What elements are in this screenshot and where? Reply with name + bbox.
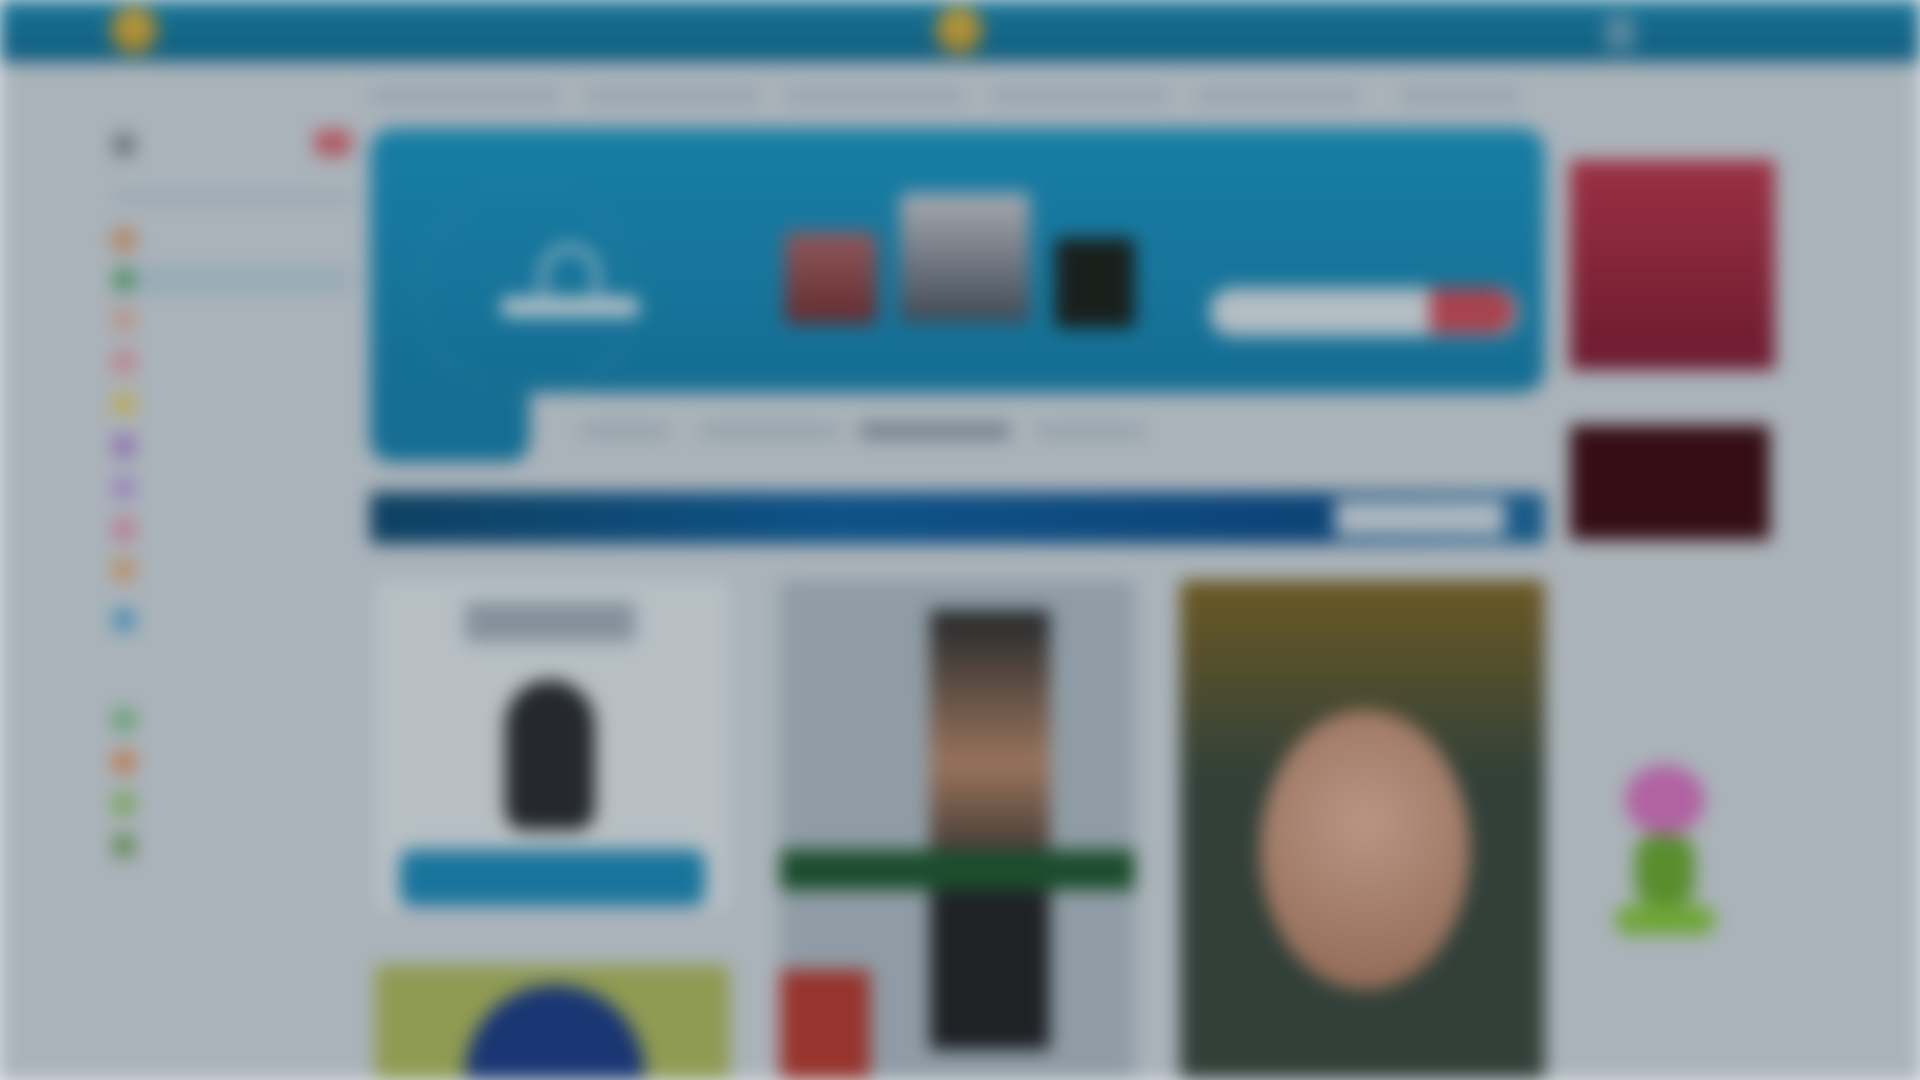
featured-user-avatar[interactable] <box>1055 238 1135 328</box>
page <box>0 0 1920 1080</box>
subnav-item[interactable] <box>785 88 965 104</box>
music-icon <box>113 393 135 415</box>
search-button[interactable] <box>1430 288 1515 334</box>
video-icon <box>113 435 135 457</box>
heart-icon <box>113 351 135 373</box>
cartoon-portrait-image <box>465 985 645 1080</box>
photo-card[interactable] <box>780 580 1135 1080</box>
subnav-item[interactable] <box>1195 88 1360 104</box>
subnav-item[interactable] <box>585 88 760 104</box>
sidebar-item[interactable] <box>113 705 353 735</box>
sidebar-item[interactable] <box>113 431 353 461</box>
tab[interactable] <box>1035 423 1145 439</box>
top-bar <box>0 0 1920 62</box>
hero-tab-extension <box>370 390 530 462</box>
sidebar-item[interactable] <box>113 789 353 819</box>
leaf-icon <box>113 793 135 815</box>
photo-card[interactable] <box>375 965 730 1080</box>
silhouette-portrait-image <box>505 680 595 830</box>
user-icon <box>113 134 135 156</box>
card-cta-button[interactable] <box>400 850 705 906</box>
sidebar-item[interactable] <box>113 389 353 419</box>
star-icon <box>113 269 135 291</box>
photo-icon <box>113 309 135 331</box>
subnav-item[interactable] <box>370 88 560 104</box>
hero-tabs <box>560 415 1540 445</box>
sidebar-item-active[interactable] <box>113 265 353 295</box>
site-logo-icon[interactable] <box>110 6 158 54</box>
photo-background-strip <box>780 850 1135 890</box>
fire-icon <box>113 751 135 773</box>
subnav-item[interactable] <box>1400 88 1520 104</box>
sidebar-item[interactable] <box>113 305 353 335</box>
dark-red-ad-image[interactable] <box>1570 425 1770 540</box>
sidebar-item[interactable] <box>113 831 353 861</box>
sidebar-item[interactable] <box>113 347 353 377</box>
photo-foreground-object <box>780 970 870 1080</box>
left-sidebar <box>105 85 355 1075</box>
featured-user-avatar[interactable] <box>900 193 1030 323</box>
sidebar-item[interactable] <box>113 225 353 255</box>
painted-portrait-image <box>1260 710 1470 990</box>
tent-logo-icon[interactable] <box>500 245 640 325</box>
chat-icon <box>113 477 135 499</box>
person-photo-image <box>930 610 1050 1050</box>
home-icon <box>113 229 135 251</box>
flower-mascot-icon[interactable] <box>1615 765 1715 945</box>
sidebar-item[interactable] <box>113 473 353 503</box>
center-badge-icon[interactable] <box>935 6 983 54</box>
gift-icon <box>113 559 135 581</box>
game-icon <box>113 519 135 541</box>
sidebar-item[interactable] <box>113 605 353 635</box>
sidebar-item[interactable] <box>113 515 353 545</box>
content-card[interactable] <box>375 580 730 910</box>
sub-navigation <box>370 82 1540 110</box>
card-heading <box>465 602 635 642</box>
group-icon <box>113 709 135 731</box>
subnav-item[interactable] <box>990 88 1170 104</box>
sidebar-divider <box>113 190 353 204</box>
sidebar-item[interactable] <box>113 747 353 777</box>
sidebar-item[interactable] <box>113 555 353 585</box>
banner-button[interactable] <box>1335 500 1505 536</box>
mail-icon <box>113 609 135 631</box>
tab-active[interactable] <box>860 423 1010 439</box>
photo-card[interactable] <box>1180 580 1545 1080</box>
user-avatar-icon[interactable] <box>1605 14 1635 50</box>
notification-badge[interactable] <box>315 130 351 156</box>
tree-icon <box>113 835 135 857</box>
red-crowd-ad-image[interactable] <box>1570 160 1775 370</box>
tab[interactable] <box>700 423 840 439</box>
tab[interactable] <box>580 423 670 439</box>
featured-user-avatar[interactable] <box>785 232 877 324</box>
